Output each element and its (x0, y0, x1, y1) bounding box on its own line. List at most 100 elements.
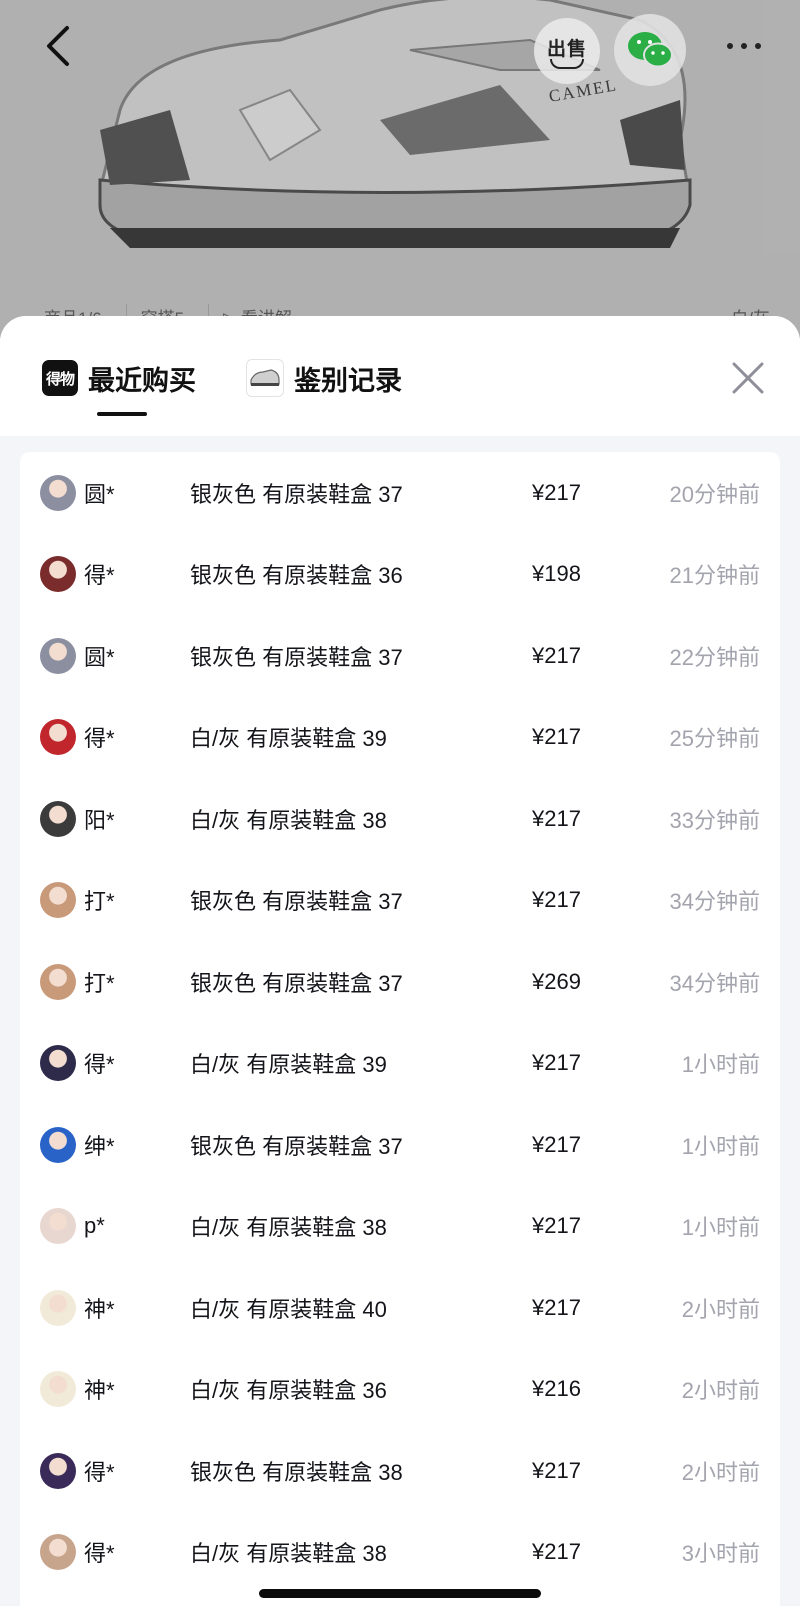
close-button[interactable] (726, 356, 770, 400)
purchase-row: 神* 白/灰 有原装鞋盒 40 ¥217 2小时前 (20, 1267, 780, 1349)
buyer-name: 神* (84, 1296, 115, 1322)
purchase-row: 打* 银灰色 有原装鞋盒 37 ¥269 34分钟前 (20, 941, 780, 1023)
more-options-button[interactable] (716, 22, 772, 70)
buyer-name: 阳* (84, 807, 115, 833)
purchase-row: 阳* 白/灰 有原装鞋盒 38 ¥217 33分钟前 (20, 778, 780, 860)
avatar[interactable] (40, 637, 76, 674)
avatar[interactable] (40, 1126, 76, 1163)
shoe-thumbnail-icon (246, 359, 284, 397)
purchase-row: 得* 银灰色 有原装鞋盒 36 ¥198 21分钟前 (20, 534, 780, 616)
item-spec: 银灰色 有原装鞋盒 37 (190, 970, 403, 996)
item-spec: 白/灰 有原装鞋盒 36 (190, 1378, 387, 1404)
buyer-name: 圆* (84, 644, 115, 670)
avatar[interactable] (40, 556, 76, 593)
purchase-time: 22分钟前 (669, 644, 760, 670)
more-dot-icon (741, 43, 747, 49)
more-dot-icon (755, 43, 761, 49)
buyer-name: 神* (84, 1378, 115, 1404)
purchase-row: 得* 白/灰 有原装鞋盒 39 ¥217 25分钟前 (20, 697, 780, 779)
wechat-share-button[interactable] (614, 14, 686, 86)
purchase-price: ¥217 (532, 1539, 581, 1565)
tab-recent-purchases[interactable]: 得物 最近购买 (42, 358, 196, 398)
recent-purchases-sheet: 得物 最近购买 鉴别记录 圆* 银灰色 有原装鞋盒 37 ¥217 20分钟前得* 银灰… (0, 316, 800, 1606)
close-icon (732, 362, 764, 394)
avatar[interactable] (40, 963, 76, 1000)
wechat-icon (628, 32, 673, 68)
avatar[interactable] (40, 1045, 76, 1082)
purchase-price: ¥217 (532, 1294, 581, 1320)
buyer-name: 打* (84, 889, 115, 915)
purchase-time: 33分钟前 (669, 807, 760, 833)
buyer-name: 打* (84, 970, 115, 996)
purchase-row: 打* 银灰色 有原装鞋盒 37 ¥217 34分钟前 (20, 860, 780, 942)
dewu-logo-icon: 得物 (42, 360, 78, 396)
item-spec: 白/灰 有原装鞋盒 39 (190, 1052, 387, 1078)
buyer-name: 得* (84, 1052, 115, 1078)
item-spec: 银灰色 有原装鞋盒 36 (190, 563, 403, 589)
buyer-name: 得* (84, 1541, 115, 1567)
sell-button[interactable]: 出售 (534, 18, 600, 84)
item-spec: 白/灰 有原装鞋盒 38 (190, 1215, 387, 1241)
purchase-row: 得* 白/灰 有原装鞋盒 38 ¥217 3小时前 (20, 1512, 780, 1594)
item-spec: 白/灰 有原装鞋盒 39 (190, 726, 387, 752)
purchase-price: ¥217 (532, 887, 581, 913)
purchase-row: 得* 白/灰 有原装鞋盒 39 ¥217 1小时前 (20, 1023, 780, 1105)
purchase-price: ¥217 (532, 1213, 581, 1239)
avatar[interactable] (40, 1208, 76, 1245)
purchase-time: 1小时前 (681, 1052, 760, 1078)
avatar[interactable] (40, 1452, 76, 1489)
purchase-time: 20分钟前 (669, 481, 760, 507)
buyer-name: 得* (84, 1459, 115, 1485)
avatar[interactable] (40, 719, 76, 756)
purchase-list: 圆* 银灰色 有原装鞋盒 37 ¥217 20分钟前得* 银灰色 有原装鞋盒 36 ¥19… (20, 452, 780, 1606)
buyer-name: 得* (84, 726, 115, 752)
item-spec: 银灰色 有原装鞋盒 37 (190, 481, 403, 507)
item-spec: 白/灰 有原装鞋盒 38 (190, 807, 387, 833)
active-tab-indicator (97, 412, 147, 416)
chevron-left-icon (47, 26, 69, 66)
purchase-price: ¥217 (532, 1131, 581, 1157)
item-spec: 银灰色 有原装鞋盒 37 (190, 644, 403, 670)
sheet-header: 得物 最近购买 鉴别记录 (0, 316, 800, 436)
purchase-price: ¥217 (532, 642, 581, 668)
avatar[interactable] (40, 882, 76, 919)
purchase-time: 34分钟前 (669, 970, 760, 996)
tab-authentication-records[interactable]: 鉴别记录 (246, 358, 402, 398)
tab-authentication-records-label: 鉴别记录 (294, 365, 402, 396)
purchase-row: 圆* 银灰色 有原装鞋盒 37 ¥217 22分钟前 (20, 615, 780, 697)
buyer-name: p* (84, 1213, 105, 1239)
item-spec: 白/灰 有原装鞋盒 38 (190, 1541, 387, 1567)
buyer-name: 得* (84, 563, 115, 589)
purchase-time: 2小时前 (681, 1296, 760, 1322)
item-spec: 银灰色 有原装鞋盒 37 (190, 1133, 403, 1159)
item-spec: 银灰色 有原装鞋盒 38 (190, 1459, 403, 1485)
purchase-price: ¥216 (532, 1376, 581, 1402)
purchase-time: 1小时前 (681, 1133, 760, 1159)
avatar[interactable] (40, 1289, 76, 1326)
item-spec: 白/灰 有原装鞋盒 40 (190, 1296, 387, 1322)
purchase-price: ¥198 (532, 561, 581, 587)
buyer-name: 圆* (84, 481, 115, 507)
purchase-row: 神* 白/灰 有原装鞋盒 36 ¥216 2小时前 (20, 1349, 780, 1431)
purchase-price: ¥217 (532, 1050, 581, 1076)
purchase-time: 2小时前 (681, 1378, 760, 1404)
purchase-time: 25分钟前 (669, 726, 760, 752)
purchase-price: ¥217 (532, 724, 581, 750)
avatar[interactable] (40, 800, 76, 837)
purchase-price: ¥217 (532, 805, 581, 831)
avatar[interactable] (40, 474, 76, 511)
purchase-price: ¥217 (532, 479, 581, 505)
avatar[interactable] (40, 1534, 76, 1571)
sell-label: 出售 (546, 38, 587, 60)
purchase-time: 3小时前 (681, 1541, 760, 1567)
purchase-row: 得* 银灰色 有原装鞋盒 38 ¥217 2小时前 (20, 1430, 780, 1512)
purchase-time: 2小时前 (681, 1459, 760, 1485)
home-indicator[interactable] (259, 1589, 541, 1598)
sell-arc-icon (550, 58, 584, 69)
back-button[interactable] (30, 18, 86, 74)
purchase-price: ¥217 (532, 1457, 581, 1483)
purchase-price: ¥269 (532, 968, 581, 994)
avatar[interactable] (40, 1371, 76, 1408)
more-dot-icon (727, 43, 733, 49)
purchase-time: 34分钟前 (669, 889, 760, 915)
